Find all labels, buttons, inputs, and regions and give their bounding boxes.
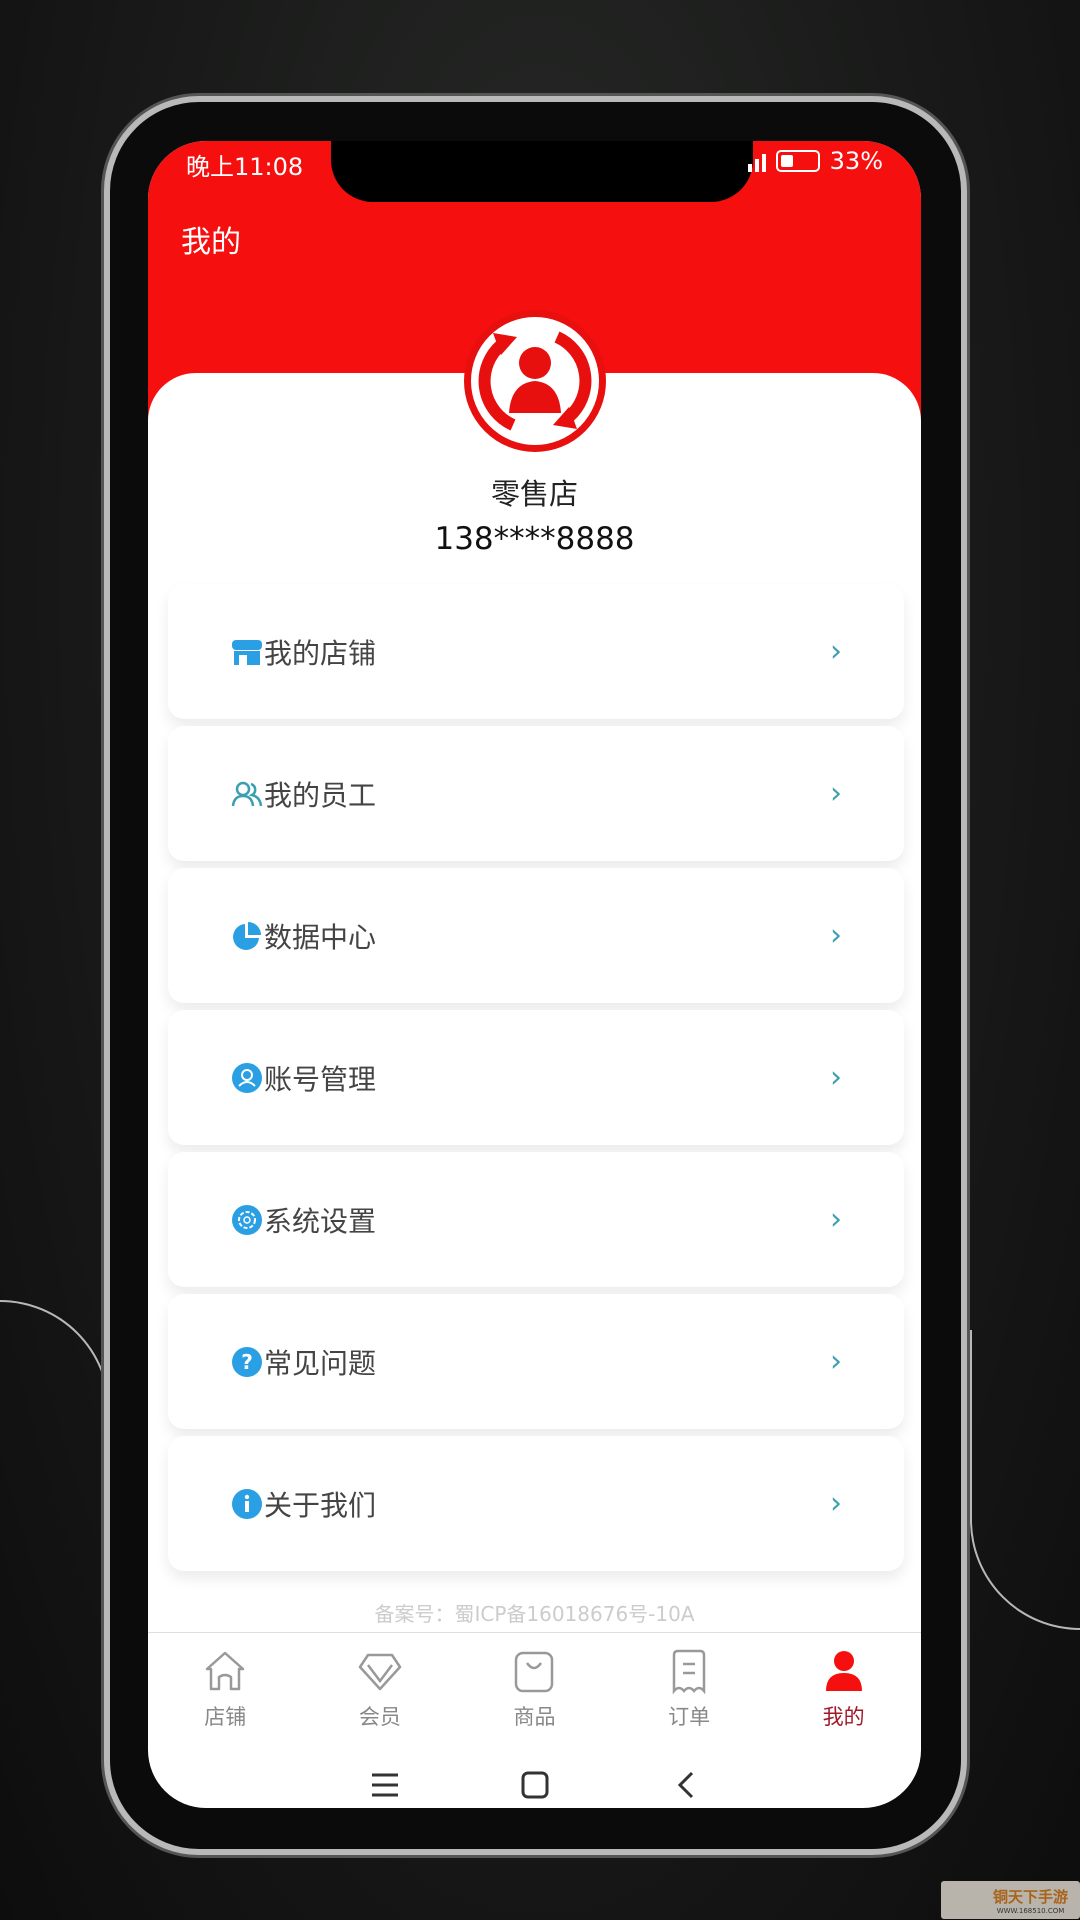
staff-icon [231,778,263,810]
status-indicators: 33% [747,147,883,175]
tab-label: 我的 [822,1705,865,1729]
bag-icon [515,1651,554,1693]
watermark-url: WWW.168510.COM [996,1906,1065,1915]
menu-item-faq[interactable]: ? 常见问题 › [168,1294,904,1429]
back-icon[interactable] [670,1770,700,1800]
receipt-icon [672,1649,706,1695]
home-icon [206,1651,245,1691]
store-icon [231,636,263,668]
chevron-right-icon: › [830,634,842,669]
status-time: 晚上11:08 [186,153,304,181]
menu-item-about[interactable]: 关于我们 › [168,1436,904,1571]
account-icon [231,1062,263,1094]
battery-icon [775,150,820,172]
background-decor [970,1330,1080,1630]
chevron-right-icon: › [830,1486,842,1521]
chevron-right-icon: › [830,1202,842,1237]
menu-item-account[interactable]: 账号管理 › [168,1010,904,1145]
question-icon: ? [231,1346,263,1378]
icp-filing-text: 备案号：蜀ICP备16018676号-10A [374,1602,695,1626]
page-title: 我的 [181,225,241,260]
menu-item-label: 系统设置 [264,1204,377,1238]
pie-chart-icon [231,920,263,952]
tab-mine[interactable]: 我的 [766,1633,921,1742]
menu-item-my-staff[interactable]: 我的员工 › [168,726,904,861]
menu-item-label: 我的店铺 [264,636,377,670]
system-nav-bar [148,1761,921,1808]
app-screen: 晚上11:08 33% 我的 零售店 138****8888 我的店铺 › 我的… [148,141,921,1808]
phone-number: 138****8888 [434,521,635,557]
diamond-icon [358,1653,402,1691]
battery-percent: 33% [829,147,883,175]
signal-icon [747,150,766,172]
tab-label: 会员 [358,1705,401,1729]
background-decor [0,1300,110,1560]
home-button-icon[interactable] [520,1770,550,1800]
chevron-right-icon: › [830,1344,842,1379]
menu-item-settings[interactable]: 系统设置 › [168,1152,904,1287]
menu-item-label: 常见问题 [264,1346,377,1380]
settings-icon [231,1204,263,1236]
user-refresh-icon [478,331,592,431]
menu-item-label: 我的员工 [264,778,377,812]
menu-item-my-store[interactable]: 我的店铺 › [168,584,904,719]
menu-item-data-center[interactable]: 数据中心 › [168,868,904,1003]
tab-label: 商品 [513,1705,556,1729]
watermark-logo: 铜天下手游 WWW.168510.COM [941,1881,1080,1919]
user-icon [825,1651,862,1691]
avatar[interactable] [464,310,606,452]
watermark-name: 铜天下手游 [992,1887,1068,1906]
tab-store[interactable]: 店铺 [148,1633,303,1742]
menu-item-label: 账号管理 [264,1062,377,1096]
tab-products[interactable]: 商品 [457,1633,612,1742]
chevron-right-icon: › [830,918,842,953]
info-icon [231,1488,263,1520]
chevron-right-icon: › [830,776,842,811]
menu-icon[interactable] [370,1771,400,1799]
tab-label: 店铺 [204,1705,247,1729]
svg-text:?: ? [241,1350,253,1374]
menu-item-label: 关于我们 [264,1488,377,1522]
menu-item-label: 数据中心 [264,920,377,954]
shop-name: 零售店 [490,477,578,511]
tab-members[interactable]: 会员 [303,1633,458,1742]
chevron-right-icon: › [830,1060,842,1095]
camera-notch [331,141,753,202]
tab-label: 订单 [668,1705,711,1729]
bottom-tab-bar: 店铺 会员 商品 订单 我的 [148,1632,921,1742]
tab-orders[interactable]: 订单 [612,1633,767,1742]
